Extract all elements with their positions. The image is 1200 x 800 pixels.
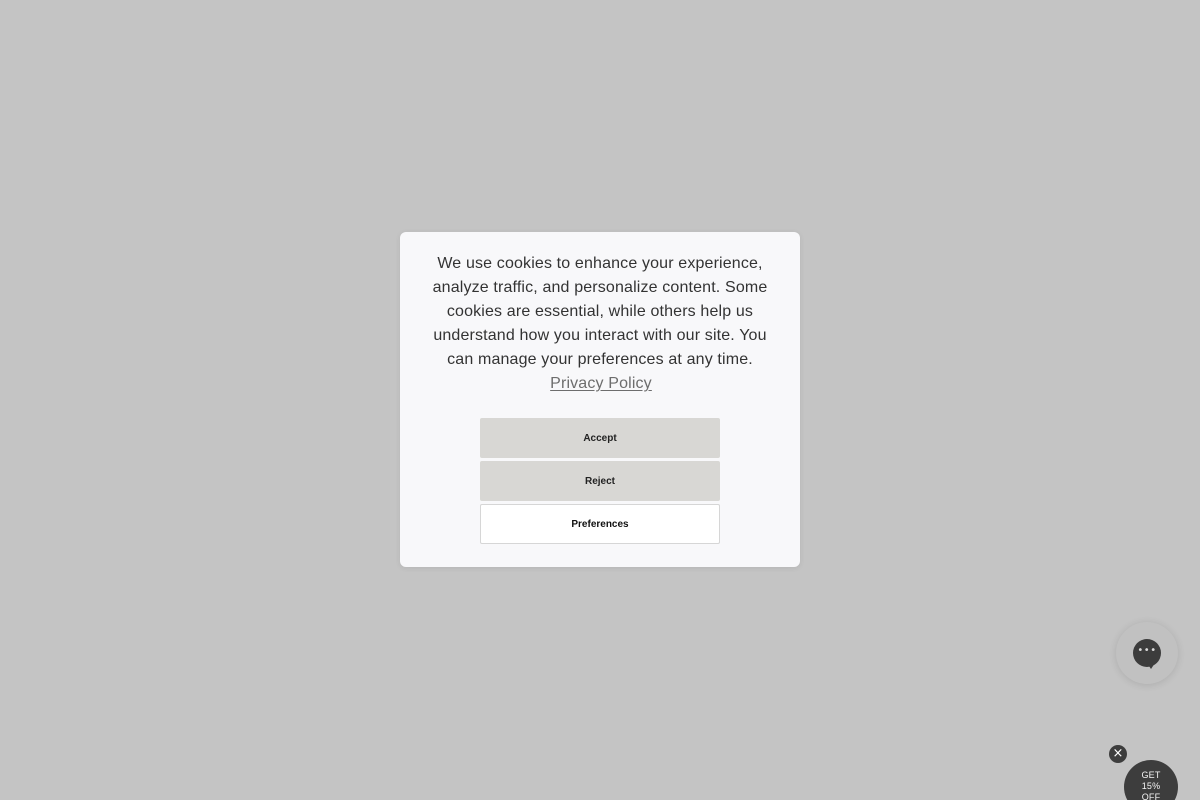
- privacy-policy-link[interactable]: Privacy Policy: [550, 375, 652, 392]
- promo-line-2: 15%: [1141, 781, 1161, 791]
- discount-promo-text: GET 15% OFF: [1124, 770, 1178, 800]
- promo-close-icon[interactable]: ×: [1109, 745, 1127, 763]
- chat-launcher-button[interactable]: •••: [1116, 622, 1178, 684]
- reject-button[interactable]: Reject: [480, 461, 720, 501]
- cookie-consent-modal: We use cookies to enhance your experienc…: [400, 232, 800, 567]
- promo-line-1: GET: [1141, 770, 1161, 780]
- accept-button[interactable]: Accept: [480, 418, 720, 458]
- chat-bubble-icon: •••: [1133, 639, 1161, 669]
- page-overlay: We use cookies to enhance your experienc…: [0, 0, 1200, 800]
- preferences-button[interactable]: Preferences: [480, 504, 720, 544]
- cookie-consent-text: We use cookies to enhance your experienc…: [430, 252, 770, 396]
- discount-promo-button[interactable]: GET 15% OFF: [1124, 760, 1178, 800]
- chat-bubble-tail: [1147, 663, 1155, 669]
- promo-line-3: OFF: [1141, 792, 1161, 800]
- chat-dots-icon: •••: [1137, 645, 1157, 656]
- cookie-message: We use cookies to enhance your experienc…: [432, 255, 768, 368]
- cookie-action-buttons: Accept Reject Preferences: [480, 418, 720, 547]
